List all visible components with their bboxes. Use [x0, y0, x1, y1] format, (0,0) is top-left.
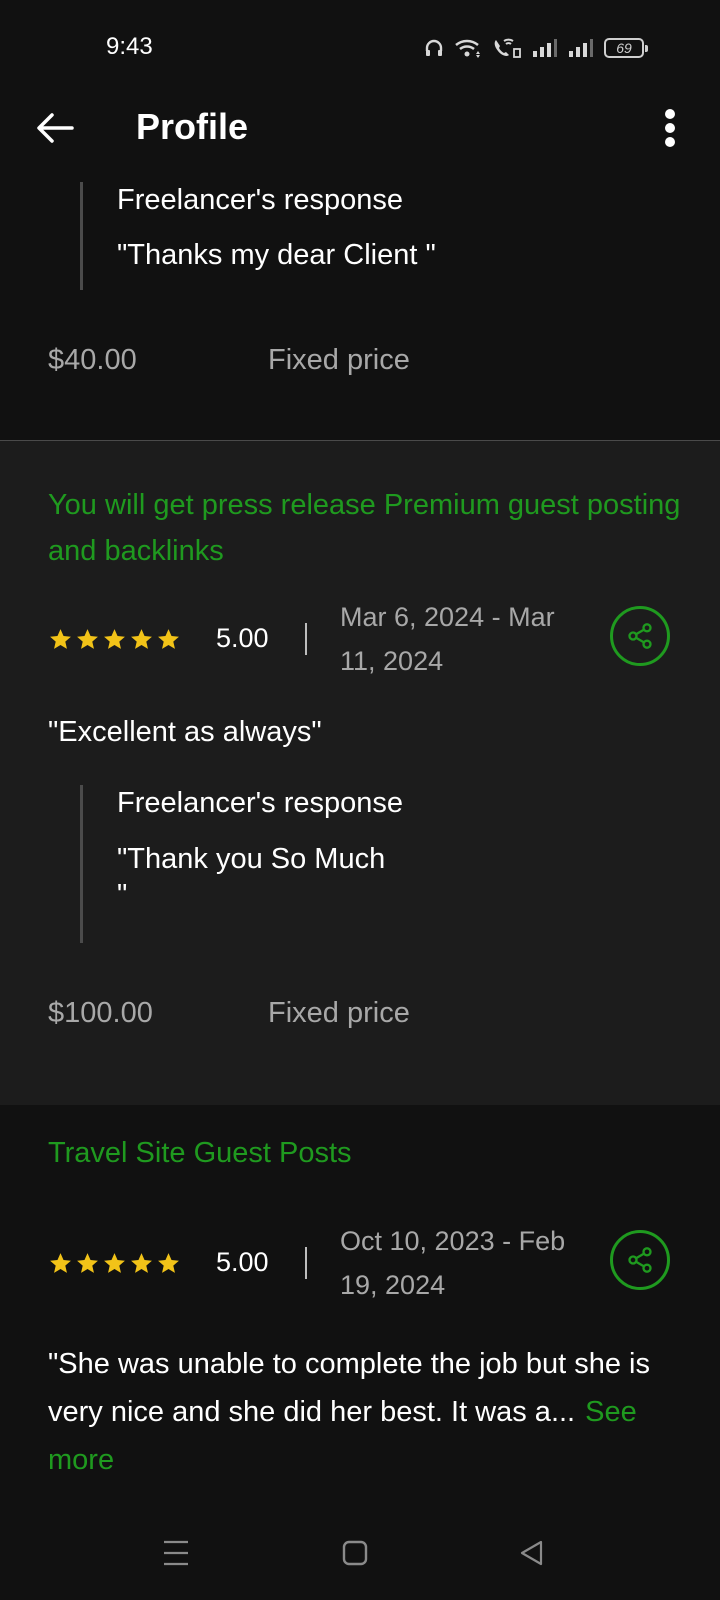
status-icons: 69 — [424, 34, 648, 62]
price: $40.00 — [48, 344, 137, 376]
share-icon — [628, 1247, 652, 1273]
rating-value: 5.00 — [216, 623, 269, 653]
battery-icon: 69 — [604, 38, 648, 58]
headphones-icon — [425, 39, 443, 56]
review-card: Freelancer's response "Thanks my dear Cl… — [0, 170, 720, 441]
star-icon — [131, 1253, 152, 1273]
share-icon — [628, 623, 652, 649]
star-icon — [158, 629, 179, 649]
star-icon — [77, 629, 98, 649]
response-text: "Thanks my dear Client " — [117, 239, 436, 271]
star-icon — [104, 629, 125, 649]
home-icon — [342, 1540, 368, 1566]
response-text: "Thank you So Much " — [117, 843, 386, 911]
more-options-button[interactable] — [650, 104, 690, 152]
date-range: Oct 10, 2023 - Feb 19, 2024 — [340, 1226, 566, 1300]
menu-icon — [164, 1540, 188, 1566]
signal-icon — [569, 39, 593, 57]
price-row: $40.00 Fixed price — [48, 344, 410, 377]
date-range: Mar 6, 2024 - Mar 11, 2024 — [340, 602, 555, 676]
star-icon — [104, 1253, 125, 1273]
back-button[interactable] — [32, 104, 80, 152]
status-time: 9:43 — [106, 33, 153, 60]
status-bar: 9:43 69 — [0, 0, 720, 90]
wifi-icon — [455, 39, 480, 58]
back-arrow-icon — [37, 113, 74, 143]
star-rating — [48, 1251, 181, 1276]
page-title: Profile — [136, 106, 249, 147]
recent-apps-button[interactable] — [156, 1533, 196, 1573]
star-icon — [50, 629, 71, 649]
battery-level: 69 — [616, 40, 632, 56]
job-title[interactable]: You will get press release Premium guest… — [48, 482, 688, 574]
review-card: You will get press release Premium guest… — [0, 441, 720, 1105]
app-bar: Profile — [0, 90, 720, 170]
rating-value: 5.00 — [216, 1247, 269, 1277]
star-icon — [77, 1253, 98, 1273]
response-heading: Freelancer's response — [117, 184, 404, 216]
price-row: $100.00 Fixed price — [48, 997, 410, 1030]
home-button[interactable] — [335, 1533, 375, 1573]
wifi-call-icon — [494, 38, 521, 58]
rating-row: 5.00 Mar 6, 2024 - Mar 11, 2024 — [48, 602, 688, 683]
separator — [305, 623, 307, 655]
signal-icon — [533, 39, 557, 57]
star-rating — [48, 627, 181, 652]
freelancer-response: Freelancer's response "Thanks my dear Cl… — [80, 182, 680, 290]
response-heading: Freelancer's response — [117, 787, 404, 819]
review-card: Travel Site Guest Posts 5.00 Oct 10, 202… — [0, 1105, 720, 1505]
star-icon — [131, 629, 152, 649]
separator — [305, 1247, 307, 1279]
share-button[interactable] — [610, 606, 670, 666]
freelancer-response: Freelancer's response "Thank you So Much… — [80, 785, 680, 943]
price-type: Fixed price — [268, 997, 410, 1029]
share-button[interactable] — [610, 1230, 670, 1290]
rating-row: 5.00 Oct 10, 2023 - Feb 19, 2024 — [48, 1226, 688, 1307]
price: $100.00 — [48, 997, 153, 1029]
price-type: Fixed price — [268, 344, 410, 376]
back-icon — [520, 1540, 543, 1566]
star-icon — [50, 1253, 71, 1273]
nav-back-button[interactable] — [512, 1533, 552, 1573]
review-text: "Excellent as always" — [48, 716, 322, 748]
job-title[interactable]: Travel Site Guest Posts — [48, 1130, 688, 1176]
review-excerpt: "She was unable to complete the job but … — [48, 1348, 650, 1428]
star-icon — [158, 1253, 179, 1273]
system-nav-bar — [0, 1505, 720, 1600]
more-vert-icon — [665, 109, 675, 147]
review-text: "She was unable to complete the job but … — [48, 1340, 678, 1484]
